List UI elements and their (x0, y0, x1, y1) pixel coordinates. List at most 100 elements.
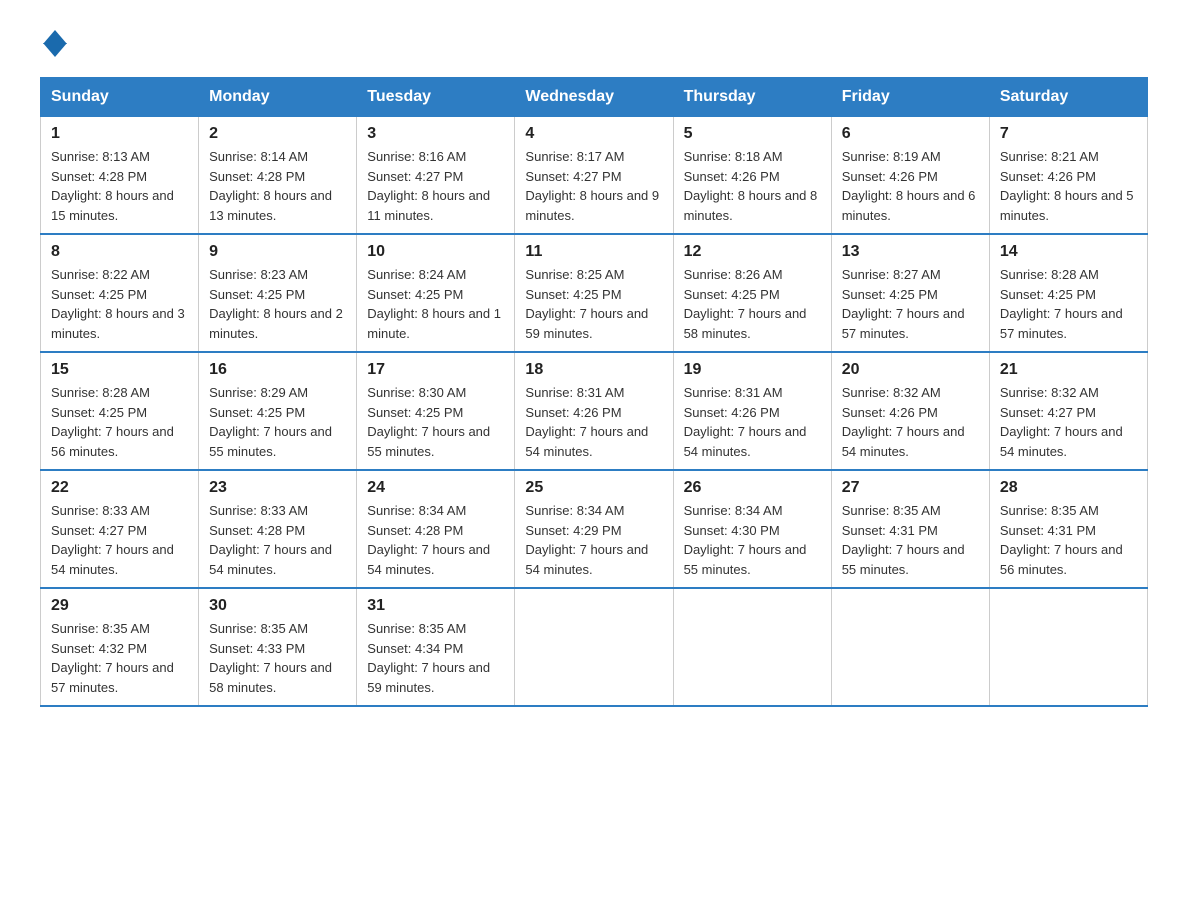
header-thursday: Thursday (673, 78, 831, 117)
day-number: 1 (51, 125, 188, 143)
day-info: Sunrise: 8:32 AM Sunset: 4:27 PM Dayligh… (1000, 383, 1137, 461)
day-info: Sunrise: 8:35 AM Sunset: 4:32 PM Dayligh… (51, 619, 188, 697)
day-number: 8 (51, 243, 188, 261)
header-friday: Friday (831, 78, 989, 117)
day-number: 24 (367, 479, 504, 497)
calendar-table: Sunday Monday Tuesday Wednesday Thursday… (40, 77, 1148, 707)
day-info: Sunrise: 8:33 AM Sunset: 4:27 PM Dayligh… (51, 501, 188, 579)
table-row: 26 Sunrise: 8:34 AM Sunset: 4:30 PM Dayl… (673, 470, 831, 588)
table-row: 21 Sunrise: 8:32 AM Sunset: 4:27 PM Dayl… (989, 352, 1147, 470)
day-number: 29 (51, 597, 188, 615)
day-number: 7 (1000, 125, 1137, 143)
day-number: 4 (525, 125, 662, 143)
table-row: 12 Sunrise: 8:26 AM Sunset: 4:25 PM Dayl… (673, 234, 831, 352)
table-row: 27 Sunrise: 8:35 AM Sunset: 4:31 PM Dayl… (831, 470, 989, 588)
calendar-week-row: 22 Sunrise: 8:33 AM Sunset: 4:27 PM Dayl… (41, 470, 1148, 588)
day-number: 3 (367, 125, 504, 143)
day-number: 17 (367, 361, 504, 379)
day-info: Sunrise: 8:18 AM Sunset: 4:26 PM Dayligh… (684, 147, 821, 225)
day-info: Sunrise: 8:16 AM Sunset: 4:27 PM Dayligh… (367, 147, 504, 225)
day-info: Sunrise: 8:29 AM Sunset: 4:25 PM Dayligh… (209, 383, 346, 461)
day-info: Sunrise: 8:33 AM Sunset: 4:28 PM Dayligh… (209, 501, 346, 579)
day-info: Sunrise: 8:34 AM Sunset: 4:29 PM Dayligh… (525, 501, 662, 579)
day-info: Sunrise: 8:24 AM Sunset: 4:25 PM Dayligh… (367, 265, 504, 343)
day-number: 22 (51, 479, 188, 497)
day-info: Sunrise: 8:34 AM Sunset: 4:30 PM Dayligh… (684, 501, 821, 579)
day-info: Sunrise: 8:17 AM Sunset: 4:27 PM Dayligh… (525, 147, 662, 225)
day-info: Sunrise: 8:26 AM Sunset: 4:25 PM Dayligh… (684, 265, 821, 343)
day-number: 28 (1000, 479, 1137, 497)
day-number: 6 (842, 125, 979, 143)
day-number: 14 (1000, 243, 1137, 261)
table-row: 9 Sunrise: 8:23 AM Sunset: 4:25 PM Dayli… (199, 234, 357, 352)
table-row: 18 Sunrise: 8:31 AM Sunset: 4:26 PM Dayl… (515, 352, 673, 470)
table-row: 25 Sunrise: 8:34 AM Sunset: 4:29 PM Dayl… (515, 470, 673, 588)
table-row: 14 Sunrise: 8:28 AM Sunset: 4:25 PM Dayl… (989, 234, 1147, 352)
table-row: 28 Sunrise: 8:35 AM Sunset: 4:31 PM Dayl… (989, 470, 1147, 588)
table-row: 8 Sunrise: 8:22 AM Sunset: 4:25 PM Dayli… (41, 234, 199, 352)
day-info: Sunrise: 8:28 AM Sunset: 4:25 PM Dayligh… (1000, 265, 1137, 343)
table-row: 6 Sunrise: 8:19 AM Sunset: 4:26 PM Dayli… (831, 117, 989, 235)
table-row: 16 Sunrise: 8:29 AM Sunset: 4:25 PM Dayl… (199, 352, 357, 470)
header-tuesday: Tuesday (357, 78, 515, 117)
table-row: 20 Sunrise: 8:32 AM Sunset: 4:26 PM Dayl… (831, 352, 989, 470)
table-row (515, 588, 673, 706)
day-number: 11 (525, 243, 662, 261)
table-row: 29 Sunrise: 8:35 AM Sunset: 4:32 PM Dayl… (41, 588, 199, 706)
page-header (40, 30, 1148, 57)
day-info: Sunrise: 8:22 AM Sunset: 4:25 PM Dayligh… (51, 265, 188, 343)
day-info: Sunrise: 8:21 AM Sunset: 4:26 PM Dayligh… (1000, 147, 1137, 225)
calendar-week-row: 15 Sunrise: 8:28 AM Sunset: 4:25 PM Dayl… (41, 352, 1148, 470)
day-number: 23 (209, 479, 346, 497)
day-info: Sunrise: 8:19 AM Sunset: 4:26 PM Dayligh… (842, 147, 979, 225)
day-number: 27 (842, 479, 979, 497)
table-row: 31 Sunrise: 8:35 AM Sunset: 4:34 PM Dayl… (357, 588, 515, 706)
table-row: 24 Sunrise: 8:34 AM Sunset: 4:28 PM Dayl… (357, 470, 515, 588)
table-row: 22 Sunrise: 8:33 AM Sunset: 4:27 PM Dayl… (41, 470, 199, 588)
day-info: Sunrise: 8:35 AM Sunset: 4:33 PM Dayligh… (209, 619, 346, 697)
day-number: 10 (367, 243, 504, 261)
calendar-week-row: 29 Sunrise: 8:35 AM Sunset: 4:32 PM Dayl… (41, 588, 1148, 706)
table-row (673, 588, 831, 706)
table-row: 19 Sunrise: 8:31 AM Sunset: 4:26 PM Dayl… (673, 352, 831, 470)
day-number: 20 (842, 361, 979, 379)
table-row: 11 Sunrise: 8:25 AM Sunset: 4:25 PM Dayl… (515, 234, 673, 352)
table-row: 4 Sunrise: 8:17 AM Sunset: 4:27 PM Dayli… (515, 117, 673, 235)
day-info: Sunrise: 8:32 AM Sunset: 4:26 PM Dayligh… (842, 383, 979, 461)
day-number: 15 (51, 361, 188, 379)
header-wednesday: Wednesday (515, 78, 673, 117)
day-info: Sunrise: 8:31 AM Sunset: 4:26 PM Dayligh… (684, 383, 821, 461)
day-info: Sunrise: 8:27 AM Sunset: 4:25 PM Dayligh… (842, 265, 979, 343)
table-row: 10 Sunrise: 8:24 AM Sunset: 4:25 PM Dayl… (357, 234, 515, 352)
day-number: 5 (684, 125, 821, 143)
table-row: 2 Sunrise: 8:14 AM Sunset: 4:28 PM Dayli… (199, 117, 357, 235)
day-number: 19 (684, 361, 821, 379)
table-row: 7 Sunrise: 8:21 AM Sunset: 4:26 PM Dayli… (989, 117, 1147, 235)
day-number: 16 (209, 361, 346, 379)
calendar-week-row: 1 Sunrise: 8:13 AM Sunset: 4:28 PM Dayli… (41, 117, 1148, 235)
day-number: 13 (842, 243, 979, 261)
day-number: 12 (684, 243, 821, 261)
day-info: Sunrise: 8:35 AM Sunset: 4:34 PM Dayligh… (367, 619, 504, 697)
day-number: 21 (1000, 361, 1137, 379)
day-info: Sunrise: 8:31 AM Sunset: 4:26 PM Dayligh… (525, 383, 662, 461)
day-number: 9 (209, 243, 346, 261)
header-monday: Monday (199, 78, 357, 117)
calendar-header-row: Sunday Monday Tuesday Wednesday Thursday… (41, 78, 1148, 117)
day-info: Sunrise: 8:34 AM Sunset: 4:28 PM Dayligh… (367, 501, 504, 579)
day-info: Sunrise: 8:28 AM Sunset: 4:25 PM Dayligh… (51, 383, 188, 461)
day-number: 25 (525, 479, 662, 497)
table-row: 1 Sunrise: 8:13 AM Sunset: 4:28 PM Dayli… (41, 117, 199, 235)
day-info: Sunrise: 8:23 AM Sunset: 4:25 PM Dayligh… (209, 265, 346, 343)
day-number: 18 (525, 361, 662, 379)
table-row: 17 Sunrise: 8:30 AM Sunset: 4:25 PM Dayl… (357, 352, 515, 470)
day-number: 2 (209, 125, 346, 143)
day-info: Sunrise: 8:13 AM Sunset: 4:28 PM Dayligh… (51, 147, 188, 225)
calendar-week-row: 8 Sunrise: 8:22 AM Sunset: 4:25 PM Dayli… (41, 234, 1148, 352)
day-info: Sunrise: 8:35 AM Sunset: 4:31 PM Dayligh… (1000, 501, 1137, 579)
day-info: Sunrise: 8:14 AM Sunset: 4:28 PM Dayligh… (209, 147, 346, 225)
day-number: 30 (209, 597, 346, 615)
header-sunday: Sunday (41, 78, 199, 117)
table-row: 5 Sunrise: 8:18 AM Sunset: 4:26 PM Dayli… (673, 117, 831, 235)
day-info: Sunrise: 8:35 AM Sunset: 4:31 PM Dayligh… (842, 501, 979, 579)
